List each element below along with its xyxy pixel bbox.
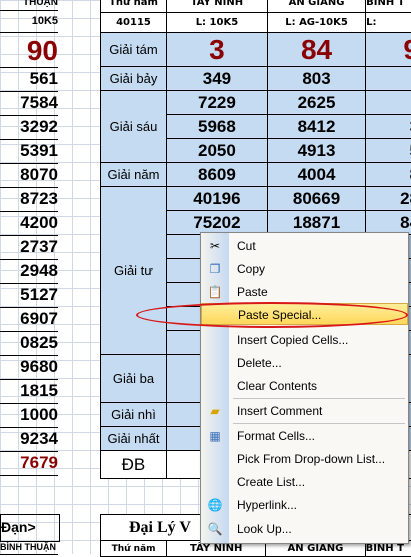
left-cell[interactable]: 1815 <box>0 379 58 404</box>
header-province-3-code: L: <box>366 13 411 33</box>
left-cell[interactable]: 7679 <box>0 451 58 476</box>
result-cell[interactable]: 8412 <box>267 115 365 139</box>
result-cell[interactable]: 9 <box>366 33 411 67</box>
result-cell[interactable]: 7229 <box>166 91 267 115</box>
row-label: Giải bảy <box>101 67 167 91</box>
result-cell[interactable] <box>366 67 411 91</box>
row-label: Giải nhất <box>101 427 167 451</box>
left-bottom-title: Đạn> <box>0 514 60 542</box>
left-cell[interactable]: 6907 <box>0 307 58 332</box>
left-cell[interactable]: 4200 <box>0 211 58 236</box>
menu-item-label: Delete... <box>237 356 282 370</box>
result-cell[interactable]: 8609 <box>166 163 267 187</box>
result-cell[interactable]: 40196 <box>166 187 267 211</box>
left-cell[interactable]: 8723 <box>0 187 58 212</box>
menu-item-cut[interactable]: ✂ Cut <box>201 235 408 257</box>
row-label: ĐB <box>101 451 167 479</box>
left-cell[interactable]: 90 <box>0 33 58 68</box>
left-cell[interactable]: 1000 <box>0 403 58 428</box>
menu-item-label: Look Up... <box>237 522 292 536</box>
row-label: Giải ba <box>101 355 167 403</box>
left-cell[interactable]: 9234 <box>0 427 58 452</box>
result-cell[interactable]: 4004 <box>267 163 365 187</box>
result-cell[interactable]: 84 <box>267 33 365 67</box>
header-province-2-code: L: AG-10K5 <box>267 13 365 33</box>
scissors-icon: ✂ <box>207 238 223 254</box>
menu-item-look-up[interactable]: 🔍 Look Up... <box>201 518 408 540</box>
menu-item-paste[interactable]: 📋 Paste <box>201 281 408 303</box>
menu-separator <box>233 423 405 424</box>
row-label: Giải nhì <box>101 403 167 427</box>
left-cell[interactable]: 5391 <box>0 139 58 164</box>
menu-item-label: Pick From Drop-down List... <box>237 452 385 466</box>
menu-item-label: Cut <box>237 239 256 253</box>
row-label: Giải tám <box>101 33 167 67</box>
result-cell[interactable]: 3 <box>166 33 267 67</box>
copy-icon: ❐ <box>207 261 223 277</box>
result-cell[interactable]: 84 <box>366 211 411 235</box>
menu-item-create-list[interactable]: Create List... <box>201 471 408 493</box>
left-cell[interactable]: 2948 <box>0 259 58 284</box>
comment-icon: ▰ <box>207 403 223 419</box>
result-cell[interactable]: 3 <box>366 115 411 139</box>
menu-item-clear-contents[interactable]: Clear Contents <box>201 375 408 397</box>
result-cell[interactable]: 28 <box>366 187 411 211</box>
left-cell[interactable]: 9680 <box>0 355 58 380</box>
menu-item-label: Paste <box>237 285 268 299</box>
left-cell[interactable]: 3292 <box>0 115 58 140</box>
result-cell[interactable]: 803 <box>267 67 365 91</box>
result-cell[interactable] <box>366 91 411 115</box>
header-province-1: TÂY NINH <box>166 0 267 13</box>
lookup-icon: 🔍 <box>207 521 223 537</box>
menu-item-format-cells[interactable]: ▦ Format Cells... <box>201 425 408 447</box>
highlight-oval-annotation <box>136 302 408 328</box>
left-header-code: 10K5 <box>0 10 58 33</box>
menu-item-label: Format Cells... <box>237 429 315 443</box>
menu-separator <box>233 398 405 399</box>
left-cell[interactable]: 0825 <box>0 331 58 356</box>
menu-item-hyperlink[interactable]: 🌐 Hyperlink... <box>201 494 408 516</box>
header-province-2: AN GIANG <box>267 0 365 13</box>
left-cell[interactable]: 561 <box>0 67 58 92</box>
menu-item-delete[interactable]: Delete... <box>201 352 408 374</box>
menu-item-copy[interactable]: ❐ Copy <box>201 258 408 280</box>
result-cell[interactable]: 2050 <box>166 139 267 163</box>
context-menu: ✂ Cut ❐ Copy 📋 Paste Paste Special... In… <box>200 232 409 544</box>
result-cell[interactable]: 18871 <box>267 211 365 235</box>
left-bottom-sub: BÌNH THUẬN <box>0 540 58 555</box>
result-cell[interactable]: 8 <box>366 163 411 187</box>
row-label: Giải sáu <box>101 91 167 163</box>
menu-item-pick-from-list[interactable]: Pick From Drop-down List... <box>201 448 408 470</box>
header-code: 40115 <box>101 13 167 33</box>
hyperlink-icon: 🌐 <box>207 497 223 513</box>
menu-item-insert-copied-cells[interactable]: Insert Copied Cells... <box>201 329 408 351</box>
left-cell[interactable]: 8070 <box>0 163 58 188</box>
menu-item-label: Clear Contents <box>237 379 317 393</box>
result-cell[interactable]: 75202 <box>166 211 267 235</box>
menu-item-label: Create List... <box>237 475 305 489</box>
result-cell[interactable]: 5968 <box>166 115 267 139</box>
left-cell[interactable]: 5127 <box>0 283 58 308</box>
paste-icon: 📋 <box>207 284 223 300</box>
result-cell[interactable]: 2625 <box>267 91 365 115</box>
header-day: Thứ năm <box>101 0 167 13</box>
menu-item-label: Hyperlink... <box>237 498 297 512</box>
left-cell[interactable]: 7584 <box>0 91 58 116</box>
header-day: Thứ năm <box>101 541 167 557</box>
header-province-1-code: L: 10K5 <box>166 13 267 33</box>
result-cell[interactable]: 349 <box>166 67 267 91</box>
menu-item-label: Insert Comment <box>237 404 322 418</box>
menu-item-label: Insert Copied Cells... <box>237 333 348 347</box>
menu-item-label: Copy <box>237 262 265 276</box>
row-label: Giải năm <box>101 163 167 187</box>
row-label: Giải tư <box>101 187 167 355</box>
format-cells-icon: ▦ <box>207 428 223 444</box>
header-province-3: BÌNH T <box>366 0 411 13</box>
result-cell[interactable]: 80669 <box>267 187 365 211</box>
result-cell[interactable]: 5 <box>366 139 411 163</box>
left-cell[interactable]: 2737 <box>0 235 58 260</box>
menu-item-insert-comment[interactable]: ▰ Insert Comment <box>201 400 408 422</box>
result-cell[interactable]: 4913 <box>267 139 365 163</box>
